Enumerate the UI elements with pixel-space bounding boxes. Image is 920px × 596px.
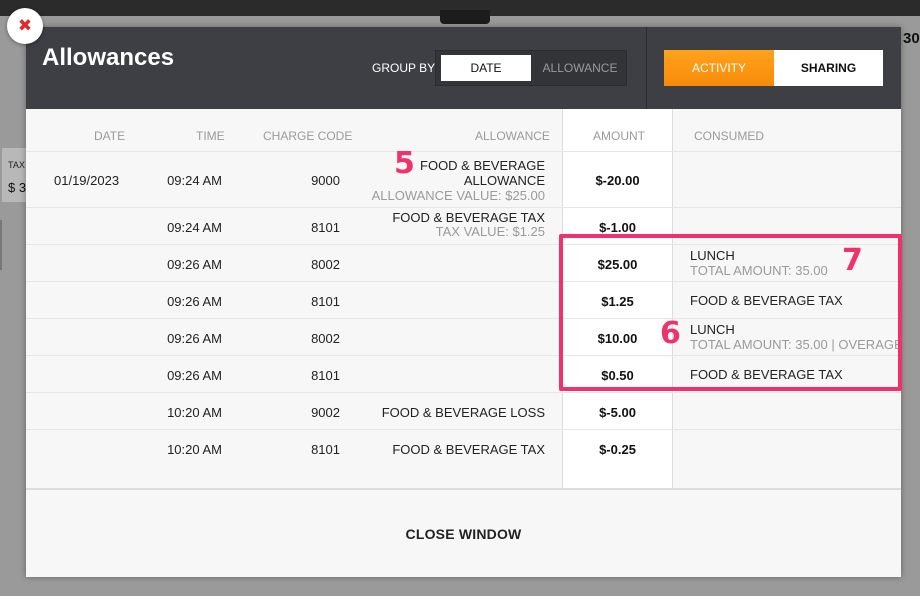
table-row: 10:20 AM 8101 FOOD & BEVERAGE TAX $-0.25: [26, 429, 901, 466]
column-header-time: TIME: [196, 129, 225, 143]
row-time: 10:20 AM: [167, 405, 222, 420]
close-window-button[interactable]: CLOSE WINDOW: [26, 490, 901, 577]
row-charge-code: 8002: [311, 331, 340, 346]
activity-button[interactable]: ACTIVITY: [664, 50, 774, 86]
background-edge: [0, 220, 2, 270]
row-amount: $-1.00: [599, 220, 636, 235]
x-icon: ✖: [17, 16, 33, 35]
group-by-allowance-option[interactable]: ALLOWANCE: [536, 55, 624, 81]
column-header-amount: AMOUNT: [593, 129, 645, 143]
background-number: 30: [903, 30, 920, 47]
row-time: 09:26 AM: [167, 331, 222, 346]
row-charge-code: 8101: [311, 442, 340, 457]
row-allowance-value: ALLOWANCE VALUE: $25.00: [371, 188, 545, 203]
row-time: 09:26 AM: [167, 294, 222, 309]
column-header-consumed: CONSUMED: [694, 129, 765, 143]
row-charge-code: 9000: [311, 173, 340, 188]
annotation-marker-6: 6: [660, 316, 681, 351]
row-charge-code: 8101: [311, 368, 340, 383]
row-allowance: FOOD & BEVERAGE TAX: [392, 210, 545, 225]
modal-title: Allowances: [42, 44, 175, 71]
group-by-toggle: DATE ALLOWANCE: [435, 50, 627, 86]
row-charge-code: 9002: [311, 405, 340, 420]
background-tab-handle: [440, 10, 490, 24]
row-time: 09:24 AM: [167, 220, 222, 235]
row-charge-code: 8002: [311, 257, 340, 272]
annotation-marker-5: 5: [394, 146, 415, 181]
row-date: 01/19/2023: [54, 173, 120, 188]
row-allowance-line2: ALLOWANCE: [463, 173, 545, 188]
column-header-date: DATE: [94, 129, 126, 143]
row-amount: $-5.00: [599, 405, 636, 420]
row-amount: $-20.00: [595, 173, 640, 188]
row-charge-code: 8101: [311, 220, 340, 235]
table-row: 10:20 AM 9002 FOOD & BEVERAGE LOSS $-5.0…: [26, 392, 901, 429]
row-allowance: FOOD & BEVERAGE: [420, 158, 545, 173]
sharing-button[interactable]: SHARING: [774, 50, 883, 86]
background-tax-label: TAX: [8, 160, 25, 170]
group-by-label: GROUP BY: [372, 61, 436, 75]
row-time: 09:26 AM: [167, 368, 222, 383]
table-row: 01/19/2023 09:24 AM 9000 FOOD & BEVERAGE…: [26, 151, 901, 207]
close-modal-button[interactable]: ✖: [7, 8, 43, 44]
background-tax-value: $ 3: [8, 180, 27, 195]
modal-header: Allowances GROUP BY DATE ALLOWANCE ACTIV…: [26, 27, 901, 109]
row-charge-code: 8101: [311, 294, 340, 309]
row-time: 09:24 AM: [167, 173, 222, 188]
column-header-charge-code: CHARGE CODE: [263, 129, 353, 143]
row-allowance: FOOD & BEVERAGE LOSS: [381, 405, 545, 420]
annotation-marker-7: 7: [842, 243, 863, 278]
row-amount: $-0.25: [599, 442, 636, 457]
header-divider: [646, 27, 647, 109]
row-time: 10:20 AM: [167, 442, 222, 457]
row-allowance: FOOD & BEVERAGE TAX: [392, 442, 545, 457]
row-allowance-value: TAX VALUE: $1.25: [435, 224, 545, 239]
group-by-date-option[interactable]: DATE: [441, 55, 531, 81]
column-header-allowance: ALLOWANCE: [475, 129, 550, 143]
row-time: 09:26 AM: [167, 257, 222, 272]
